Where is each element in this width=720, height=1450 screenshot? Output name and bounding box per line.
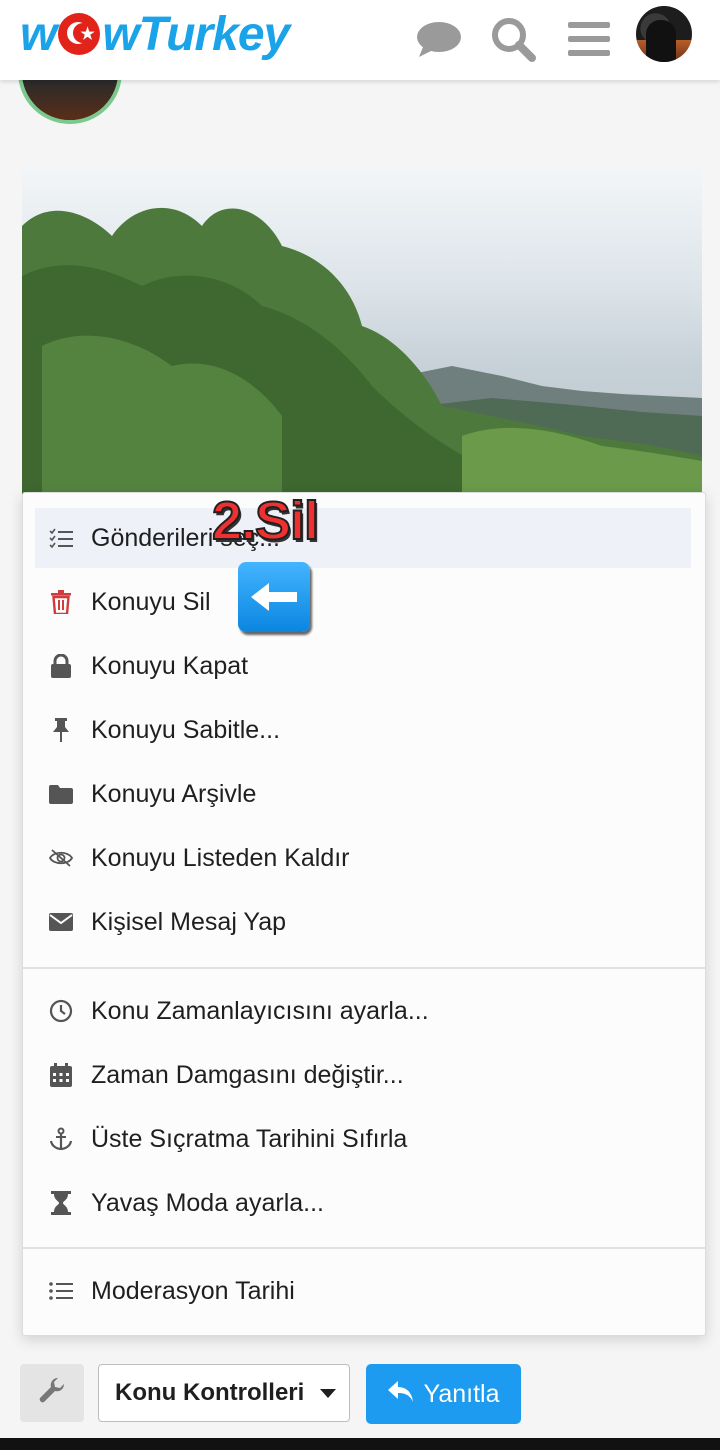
eye-slash-icon [47,844,75,872]
menu-item-reset-bump-date[interactable]: Üste Sıçratma Tarihini Sıfırla [35,1109,691,1169]
menu-item-label: Zaman Damgasını değiştir... [91,1060,404,1089]
site-header: w ★ wTurkey [0,0,720,80]
menu-item-unlist-thread[interactable]: Konuyu Listeden Kaldır [35,828,691,888]
clock-icon [47,997,75,1025]
menu-item-label: Konuyu Arşivle [91,779,257,808]
menu-item-label: Yavaş Moda ayarla... [91,1188,324,1217]
anchor-icon [47,1125,75,1153]
reply-button[interactable]: Yanıtla [366,1364,521,1424]
menu-divider [23,1247,705,1249]
site-logo[interactable]: w ★ wTurkey [20,6,290,62]
system-navigation-bar [0,1438,720,1450]
menu-item-set-thread-timer[interactable]: Konu Zamanlayıcısını ayarla... [35,981,691,1041]
reply-label: Yanıtla [423,1379,500,1408]
menu-item-lock-thread[interactable]: Konuyu Kapat [35,636,691,696]
reply-icon [387,1380,414,1408]
menu-item-slow-mode[interactable]: Yavaş Moda ayarla... [35,1173,691,1233]
envelope-icon [47,908,75,936]
menu-item-label: Konuyu Sil [91,587,211,616]
menu-item-archive-thread[interactable]: Konuyu Arşivle [35,764,691,824]
menu-item-label: Kişisel Mesaj Yap [91,907,286,936]
chat-icon[interactable] [414,14,464,64]
left-arrow-icon [238,562,310,632]
logo-text-end: wTurkey [102,7,290,61]
menu-item-stick-thread[interactable]: Konuyu Sabitle... [35,700,691,760]
menu-item-label: Konu Zamanlayıcısını ayarla... [91,996,429,1025]
step-annotation: 2.Sil [211,490,320,552]
calendar-icon [47,1061,75,1089]
menu-item-label: Üste Sıçratma Tarihini Sıfırla [91,1124,408,1153]
menu-item-label: Konuyu Kapat [91,651,249,680]
thread-tools-button[interactable] [20,1364,84,1422]
select-list-icon [47,524,75,552]
lock-icon [47,652,75,680]
logo-text-start: w [20,7,57,61]
thread-controls-dropdown[interactable]: Konu Kontrolleri [98,1364,350,1422]
search-icon[interactable] [488,14,538,64]
account-avatar[interactable] [636,6,692,62]
thread-tools-menu: Gönderileri seç... Konuyu Sil Konuyu Kap… [22,492,706,1336]
menu-item-label: Moderasyon Tarihi [91,1276,295,1305]
menu-icon[interactable] [564,14,614,64]
menu-item-label: Konuyu Listeden Kaldır [91,843,350,872]
menu-item-change-timestamp[interactable]: Zaman Damgasını değiştir... [35,1045,691,1105]
trash-icon [47,588,75,616]
menu-item-label: Konuyu Sabitle... [91,715,281,744]
menu-item-delete-thread[interactable]: Konuyu Sil [35,572,691,632]
thread-controls-label: Konu Kontrolleri [115,1379,305,1406]
caret-down-icon [320,1388,337,1398]
logo-flag-icon: ★ [58,13,101,55]
menu-divider [23,967,705,969]
post-image[interactable] [22,166,702,496]
menu-item-convert-to-pm[interactable]: Kişisel Mesaj Yap [35,892,691,952]
hourglass-icon [47,1189,75,1217]
folder-icon [47,780,75,808]
menu-item-select-posts[interactable]: Gönderileri seç... [35,508,691,568]
menu-item-moderation-history[interactable]: Moderasyon Tarihi [35,1261,691,1321]
pin-icon [47,716,75,744]
wrench-icon [38,1377,66,1410]
list-icon [47,1277,75,1305]
